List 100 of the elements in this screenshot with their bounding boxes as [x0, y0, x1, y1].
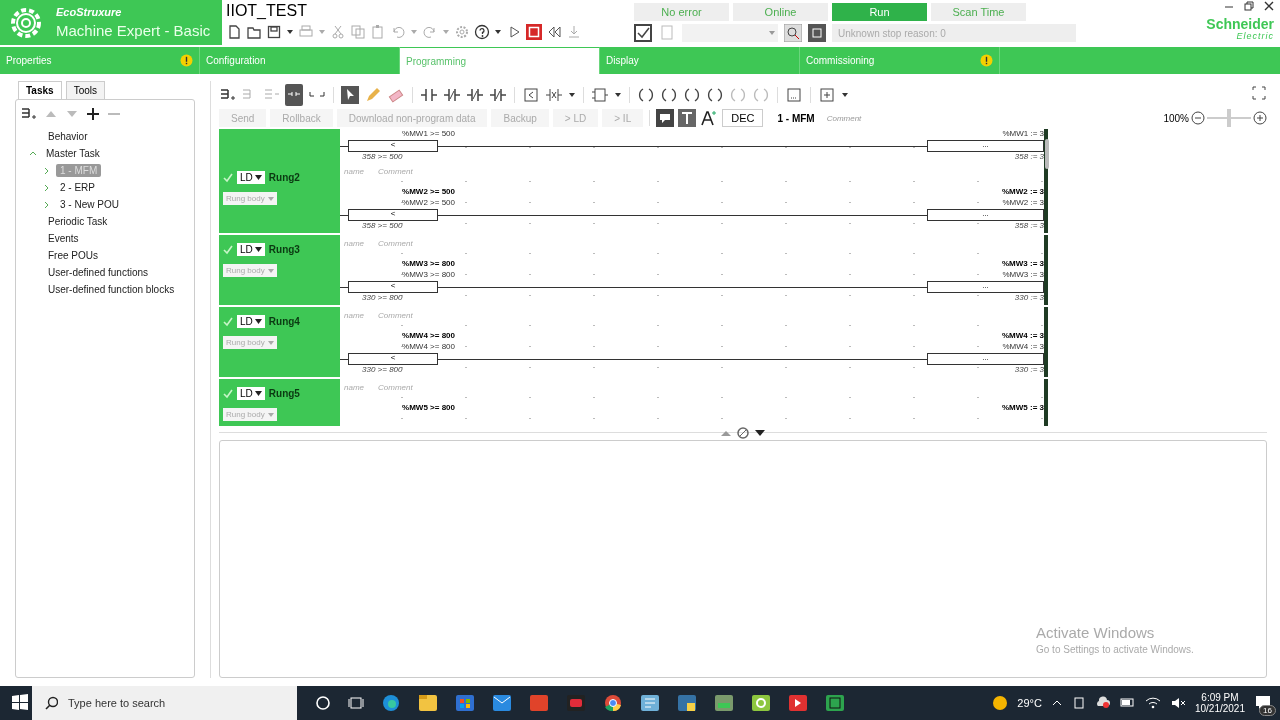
sun-icon [992, 695, 1009, 711]
contact-expression: %MW4 >= 800 [401, 342, 455, 353]
coil-symbol: %MW2 := 3 [1001, 187, 1044, 198]
square-app-icon[interactable] [825, 693, 845, 713]
scrollbar[interactable] [1045, 139, 1049, 169]
operation-block[interactable]: ... [927, 353, 1044, 365]
temperature: 29°C [1017, 697, 1042, 709]
tree-item[interactable]: User-defined function blocks [44, 283, 179, 296]
coil-expression: %MW1 := 3 [1001, 129, 1044, 140]
tree-item[interactable]: Behavior [44, 130, 92, 143]
status-indicator: Online [733, 3, 828, 21]
fullscreen-icon[interactable] [1251, 85, 1267, 101]
compare-block-icon[interactable] [522, 86, 540, 104]
status-indicator: Scan Time [931, 3, 1026, 21]
mail-icon[interactable] [492, 693, 512, 713]
compare-block[interactable]: < [348, 281, 438, 293]
task-view-icon[interactable] [348, 695, 364, 711]
speaker-icon[interactable] [1169, 695, 1186, 711]
check-icon[interactable] [223, 244, 233, 255]
up-arrow-icon[interactable] [720, 428, 732, 438]
number-format-button[interactable]: DEC [722, 109, 764, 127]
rung-name: Rung4 [268, 316, 300, 327]
windows-logo-icon[interactable] [12, 694, 28, 710]
falling-contact-icon[interactable] [489, 86, 507, 104]
stop-icon[interactable] [526, 24, 542, 40]
tree-item[interactable]: Events [44, 232, 83, 245]
device-icon[interactable] [1071, 696, 1086, 710]
close-icon[interactable] [1264, 1, 1274, 11]
down-arrow-icon[interactable] [754, 428, 766, 438]
check-icon[interactable] [223, 388, 233, 399]
cloud-icon[interactable] [1094, 695, 1111, 711]
operate-block-icon[interactable] [545, 86, 563, 104]
panel-tab[interactable]: Tasks [18, 81, 62, 99]
add-rung-icon[interactable] [219, 87, 236, 103]
language-dropdown[interactable]: LD [237, 315, 265, 328]
tree-item[interactable]: Free POUs [44, 249, 102, 262]
panel-tab[interactable]: Tools [65, 81, 105, 99]
circle-icon[interactable] [315, 695, 331, 711]
media-icon[interactable] [788, 693, 808, 713]
coil-expression: %MW2 := 3 [1001, 198, 1044, 209]
zoom-reading: 100% [1163, 112, 1189, 124]
set-coil-icon[interactable] [683, 86, 701, 104]
contact-expression: %MW3 >= 800 [401, 270, 455, 281]
restore-icon[interactable] [1244, 1, 1254, 11]
language-dropdown[interactable]: LD [237, 243, 265, 256]
zoom-out-icon[interactable] [1191, 111, 1205, 125]
plus-icon[interactable] [86, 107, 100, 121]
jump-block-icon[interactable] [785, 86, 803, 104]
operation-block[interactable]: ... [927, 140, 1044, 152]
zoom-in-icon[interactable] [1253, 111, 1267, 125]
check-icon[interactable] [223, 172, 233, 183]
folder-icon[interactable] [418, 693, 438, 713]
coil-reading: 330 := 3 [1013, 293, 1044, 304]
folder-icon[interactable] [246, 24, 262, 40]
help-icon[interactable] [474, 24, 490, 40]
checkbox-icon[interactable] [634, 24, 652, 42]
compare-block[interactable]: < [348, 209, 438, 221]
tree-item[interactable]: User-defined functions [44, 266, 153, 279]
reset-coil-icon[interactable] [706, 86, 724, 104]
rung-name: Rung5 [268, 388, 300, 399]
product-name: Machine Expert - Basic [56, 22, 212, 39]
coil-icon[interactable] [637, 86, 655, 104]
compare-block[interactable]: < [348, 353, 438, 365]
pointer-icon[interactable] [341, 86, 359, 104]
tree-item[interactable]: 3 - New POU [56, 198, 123, 211]
function-block-icon[interactable] [591, 86, 609, 104]
rising-contact-icon[interactable] [466, 86, 484, 104]
rewind-icon[interactable] [546, 24, 562, 40]
notification-icon[interactable] [1254, 693, 1272, 711]
coil-symbol: %MW4 := 3 [1001, 331, 1044, 342]
notepad-icon[interactable] [640, 693, 660, 713]
operation-block[interactable]: ... [927, 281, 1044, 293]
operation-block[interactable]: ... [927, 209, 1044, 221]
language-dropdown[interactable]: LD [237, 387, 265, 400]
store-icon[interactable] [455, 693, 475, 713]
add-list-icon[interactable] [20, 106, 37, 122]
wifi-icon[interactable] [1144, 695, 1161, 711]
negated-contact-icon[interactable] [443, 86, 461, 104]
save-icon[interactable] [266, 24, 282, 40]
new-file-icon[interactable] [226, 24, 242, 40]
module-icon[interactable] [808, 24, 826, 42]
browser-icon[interactable] [381, 693, 401, 713]
check-icon[interactable] [223, 316, 233, 327]
tree-item[interactable]: 2 - ERP [56, 181, 99, 194]
text-toggle-icon[interactable] [678, 109, 697, 127]
font-size-icon[interactable] [700, 109, 719, 127]
negated-coil-icon[interactable] [660, 86, 678, 104]
tree-item[interactable]: Periodic Task [44, 215, 112, 228]
compare-block[interactable]: < [348, 140, 438, 152]
dropdown-field[interactable] [682, 24, 778, 42]
status-indicator: No error [634, 3, 729, 21]
contact-icon[interactable] [420, 86, 438, 104]
pou-name: 1 - MFM [777, 112, 815, 124]
comment-toggle-icon[interactable] [656, 109, 675, 127]
tree-item[interactable]: Master Task [42, 147, 104, 160]
language-dropdown[interactable]: LD [237, 171, 265, 184]
add-element-icon[interactable] [818, 86, 836, 104]
search-field[interactable]: Type here to search [32, 686, 297, 720]
slider-thumb[interactable] [1227, 109, 1231, 127]
caret-icon [254, 247, 262, 252]
